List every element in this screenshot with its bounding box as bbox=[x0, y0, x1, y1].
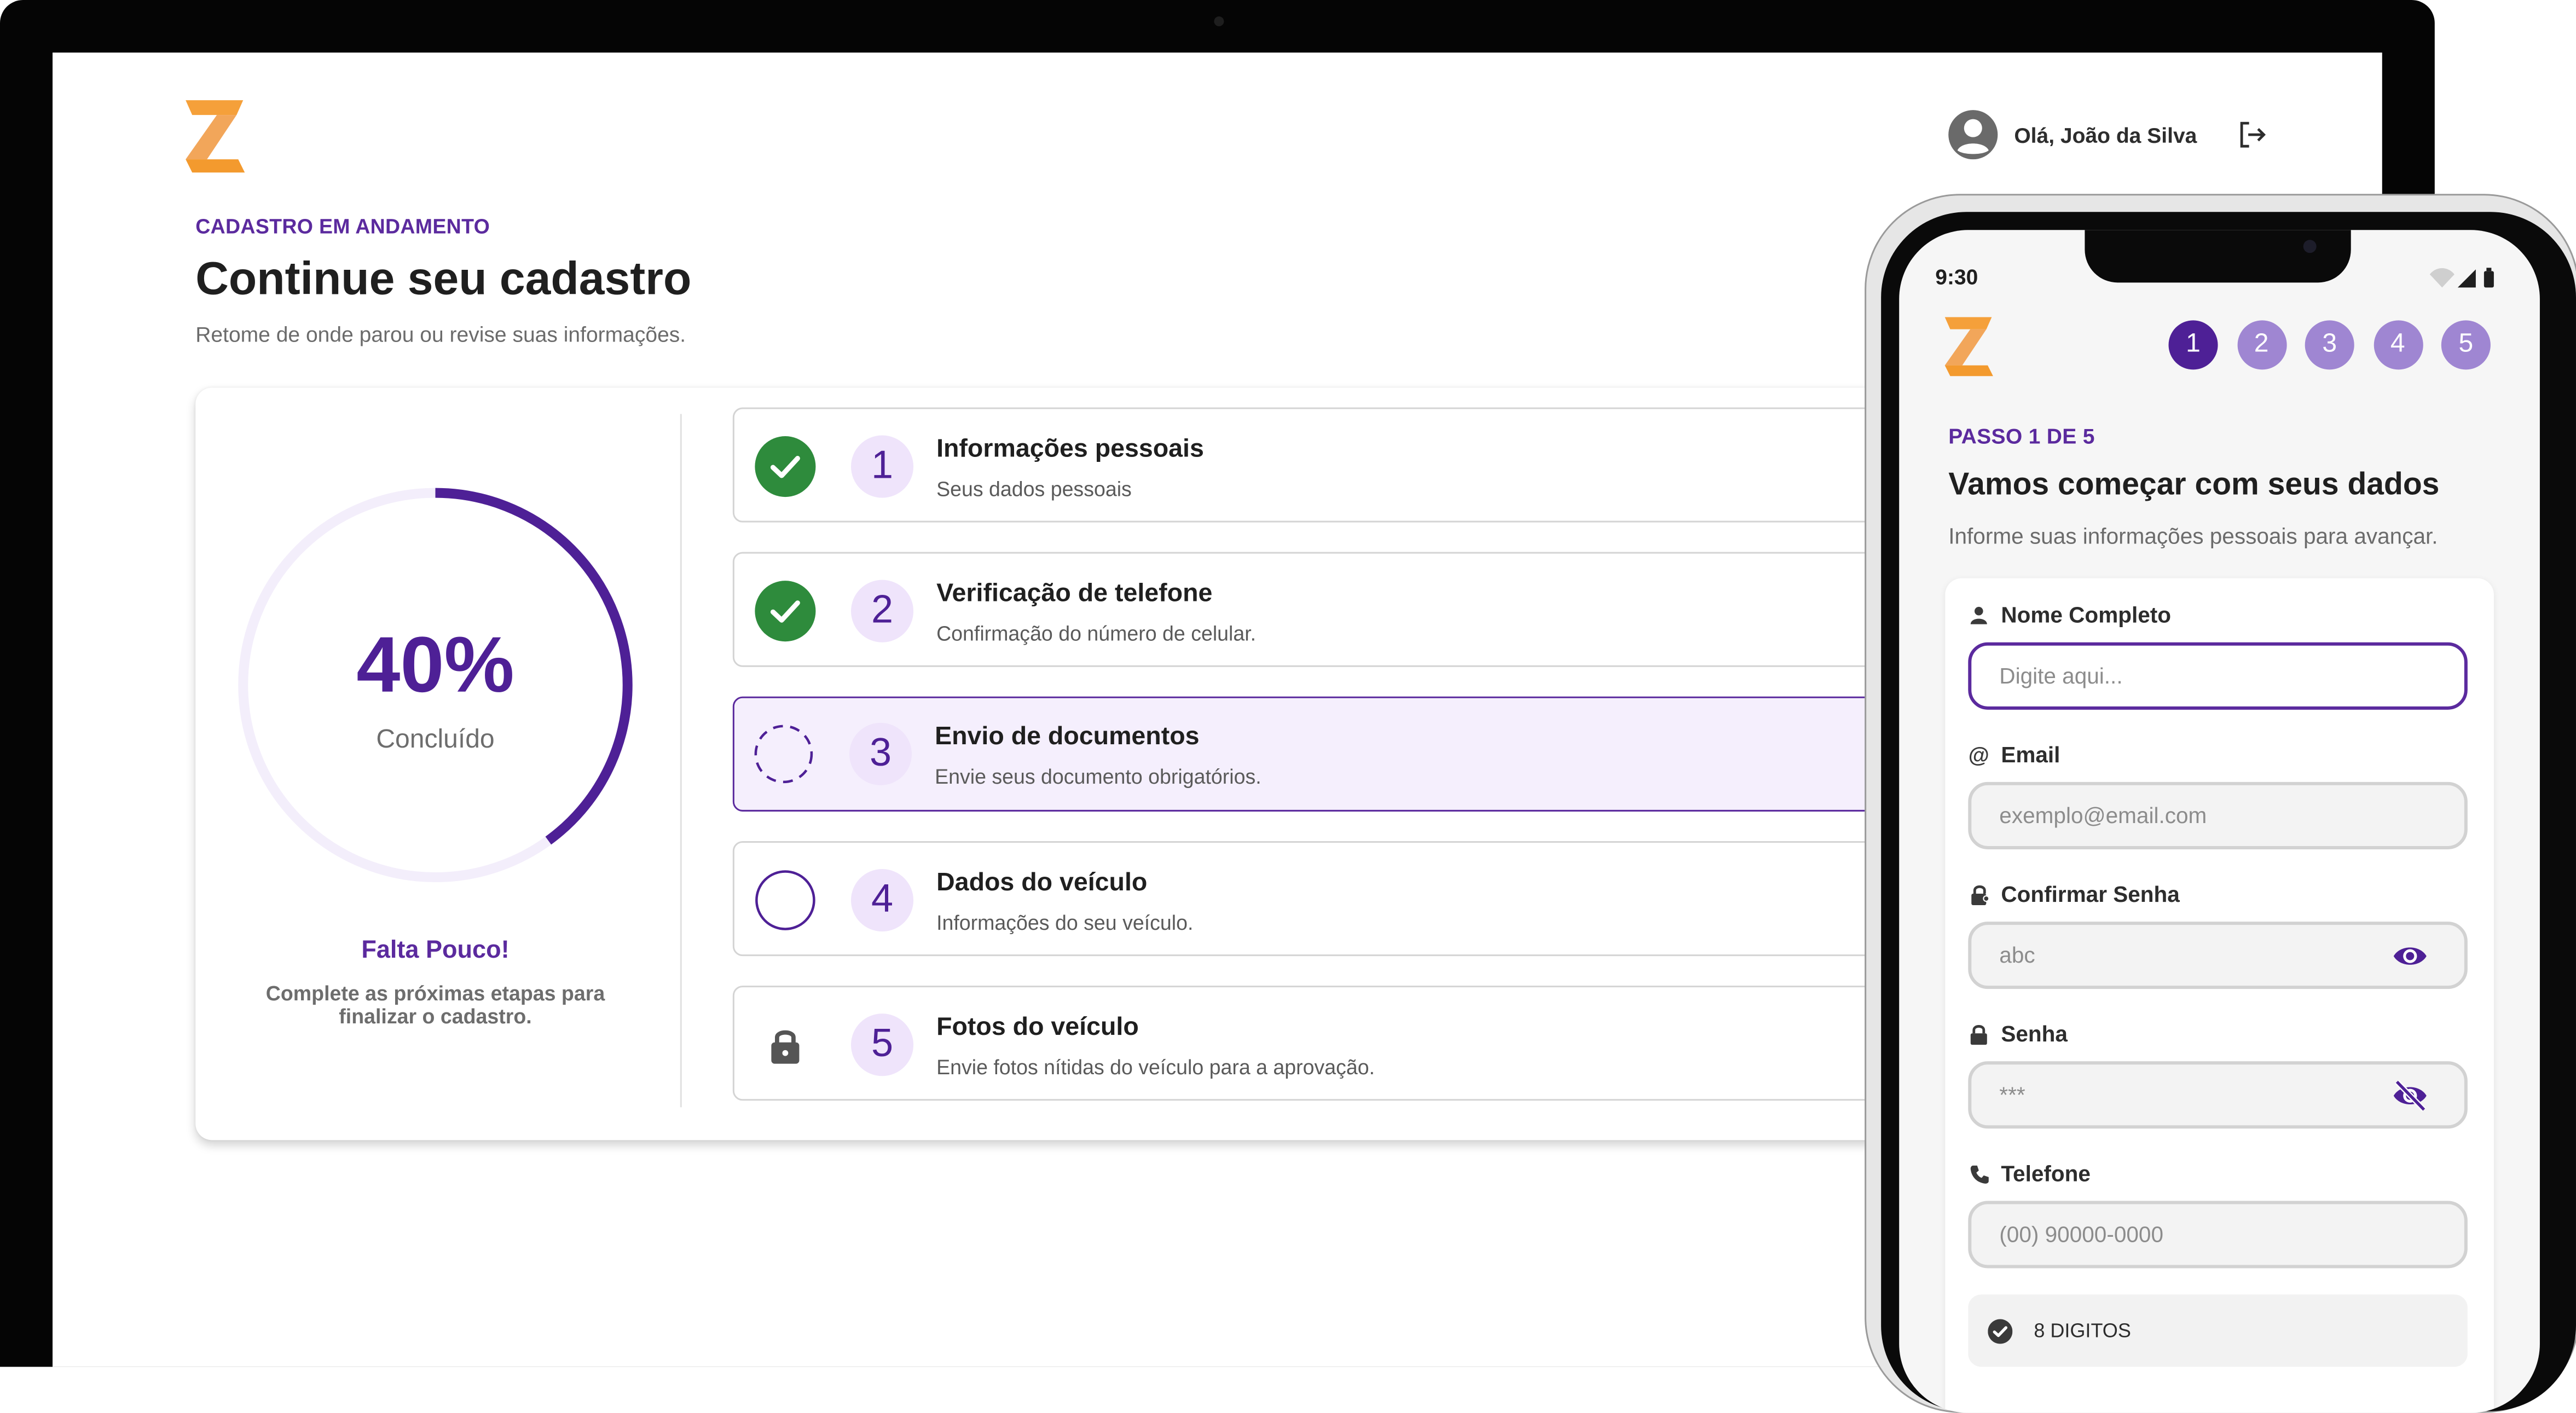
check-circle-icon bbox=[755, 581, 816, 642]
logout-icon[interactable] bbox=[2236, 118, 2269, 151]
step-title: Envio de documentos bbox=[935, 722, 1200, 751]
step-card-2[interactable]: 2 Verificação de telefone Confirmação do… bbox=[732, 552, 2047, 667]
step-card-5[interactable]: 5 Fotos do veículo Envie fotos nítidas d… bbox=[732, 986, 2047, 1101]
requirement-text: 8 DIGITOS bbox=[2034, 1319, 2131, 1342]
user-area: Olá, João da Silva bbox=[1947, 108, 2269, 161]
progress-label: Concluído bbox=[376, 726, 495, 754]
lock-person-icon bbox=[1968, 884, 1989, 906]
brand-logo[interactable] bbox=[1943, 315, 1994, 378]
person-icon bbox=[1968, 605, 1989, 626]
progress-card: 40% Concluído Falta Pouco! Complete as p… bbox=[195, 387, 2047, 1140]
name-input[interactable] bbox=[1968, 642, 2468, 710]
page-subtitle: Retome de onde parou ou revise suas info… bbox=[195, 322, 686, 347]
email-label: @ Email bbox=[1968, 743, 2060, 767]
phone-notch bbox=[2085, 230, 2351, 283]
step-number: 3 bbox=[849, 722, 912, 785]
eye-icon[interactable] bbox=[2392, 938, 2428, 974]
signal-icon bbox=[2457, 269, 2476, 288]
phone-icon bbox=[1968, 1163, 1989, 1184]
step-description: Seus dados pessoais bbox=[936, 478, 1132, 501]
step-card-1[interactable]: 1 Informações pessoais Seus dados pessoa… bbox=[732, 407, 2047, 523]
step-number: 1 bbox=[850, 435, 914, 498]
at-icon: @ bbox=[1968, 742, 1989, 767]
encouragement-text: Complete as próximas etapas para finaliz… bbox=[265, 982, 605, 1029]
page-title: Continue seu cadastro bbox=[195, 253, 692, 304]
eye-off-icon[interactable] bbox=[2392, 1078, 2428, 1114]
lock-icon bbox=[771, 1030, 800, 1064]
confirm-password-label-text: Confirmar Senha bbox=[2001, 882, 2180, 907]
check-circle-icon bbox=[755, 436, 816, 497]
progress-percent: 40% bbox=[356, 622, 514, 710]
step-number: 2 bbox=[850, 580, 914, 642]
password-label-text: Senha bbox=[2001, 1022, 2068, 1047]
dashed-circle-icon bbox=[754, 725, 813, 784]
form-subtitle: Informe suas informações pessoais para a… bbox=[1948, 524, 2438, 549]
wifi-icon bbox=[2429, 268, 2455, 288]
form-title: Vamos começar com seus dados bbox=[1948, 468, 2440, 503]
step-dot-3[interactable]: 3 bbox=[2305, 320, 2354, 370]
step-title: Dados do veículo bbox=[936, 869, 1148, 897]
status-time: 9:30 bbox=[1935, 264, 1978, 289]
battery-icon bbox=[2484, 271, 2494, 288]
email-label-text: Email bbox=[2001, 742, 2060, 767]
step-description: Envie fotos nítidas do veículo para a ap… bbox=[936, 1056, 1375, 1080]
step-number: 4 bbox=[850, 869, 914, 932]
step-title: Fotos do veículo bbox=[936, 1014, 1139, 1042]
name-label-text: Nome Completo bbox=[2001, 603, 2172, 628]
step-indicator: 1 2 3 4 5 bbox=[2168, 320, 2510, 370]
phone-input[interactable] bbox=[1968, 1201, 2468, 1269]
empty-circle-icon bbox=[755, 870, 815, 930]
step-dot-4[interactable]: 4 bbox=[2373, 320, 2423, 370]
step-eyebrow: PASSO 1 DE 5 bbox=[1948, 424, 2095, 449]
step-dot-1[interactable]: 1 bbox=[2168, 320, 2218, 370]
step-dot-5[interactable]: 5 bbox=[2441, 320, 2491, 370]
lock-icon bbox=[1968, 1023, 1989, 1045]
step-title: Verificação de telefone bbox=[936, 580, 1213, 608]
encouragement-title: Falta Pouco! bbox=[361, 936, 510, 965]
password-label: Senha bbox=[1968, 1022, 2068, 1046]
confirm-password-label: Confirmar Senha bbox=[1968, 882, 2180, 907]
status-icons bbox=[2429, 268, 2494, 288]
email-input[interactable] bbox=[1968, 781, 2468, 849]
card-divider bbox=[680, 414, 682, 1108]
brand-logo[interactable] bbox=[184, 99, 246, 174]
password-requirement: 8 DIGITOS bbox=[1968, 1294, 2468, 1367]
phone-label: Telefone bbox=[1968, 1161, 2091, 1186]
user-greeting: Olá, João da Silva bbox=[2014, 122, 2197, 147]
mobile-screen: 9:30 1 2 3 4 5 PASSO 1 DE 5 Vamos começa… bbox=[1899, 230, 2540, 1413]
name-label: Nome Completo bbox=[1968, 603, 2171, 628]
step-description: Confirmação do número de celular. bbox=[936, 622, 1257, 646]
status-eyebrow: CADASTRO EM ANDAMENTO bbox=[195, 215, 490, 239]
user-circle-icon[interactable] bbox=[1947, 108, 1999, 161]
phone-label-text: Telefone bbox=[2001, 1161, 2091, 1186]
laptop-camera bbox=[1214, 16, 1224, 27]
step-card-4[interactable]: 4 Dados do veículo Informações do seu ve… bbox=[732, 841, 2047, 957]
check-circle-icon bbox=[1988, 1319, 2013, 1344]
step-dot-2[interactable]: 2 bbox=[2237, 320, 2286, 370]
step-description: Informações do seu veículo. bbox=[936, 912, 1194, 935]
step-title: Informações pessoais bbox=[936, 435, 1204, 464]
front-camera bbox=[2303, 240, 2317, 253]
step-description: Envie seus documento obrigatórios. bbox=[935, 765, 1261, 789]
step-card-3[interactable]: 3 Envio de documentos Envie seus documen… bbox=[732, 696, 2047, 812]
step-number: 5 bbox=[850, 1014, 914, 1076]
